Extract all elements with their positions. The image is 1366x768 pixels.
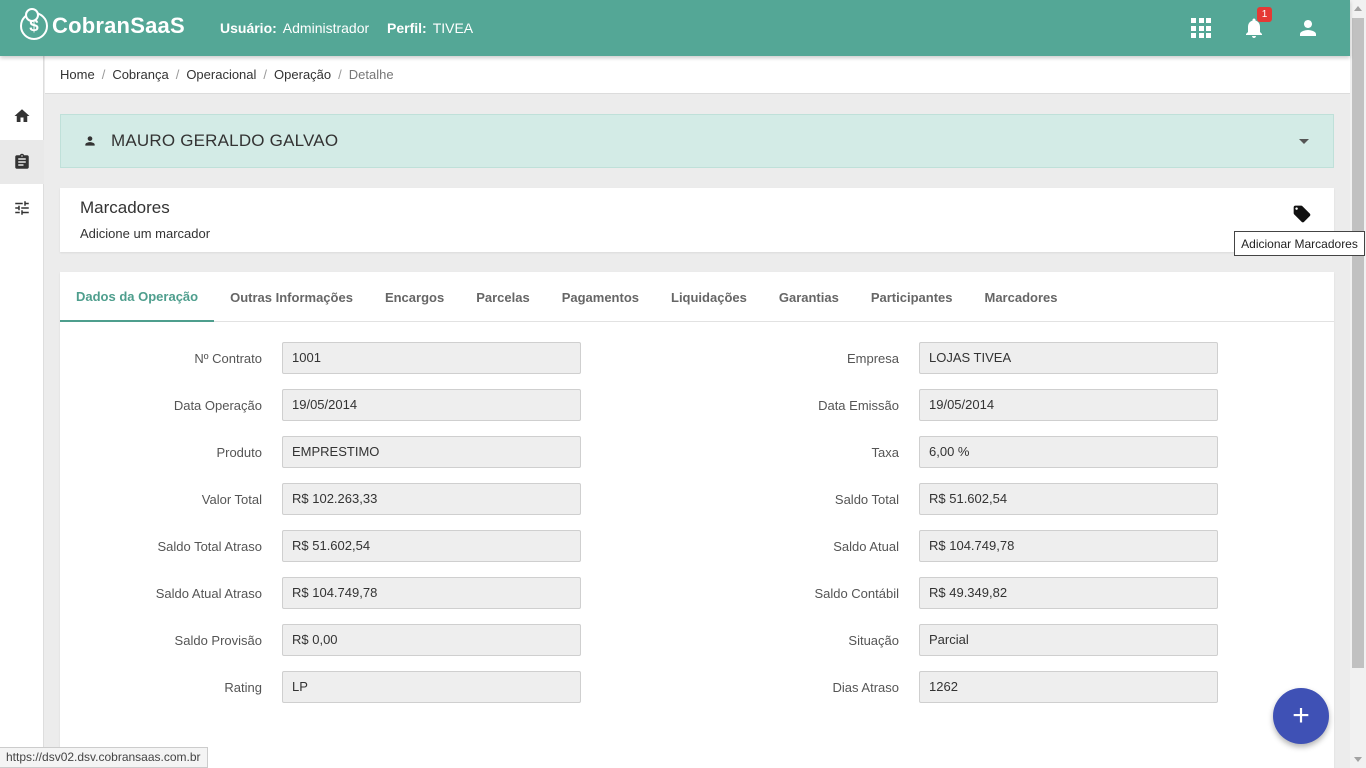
breadcrumb-operacional[interactable]: Operacional — [186, 67, 256, 82]
field-label: Saldo Provisão — [174, 633, 262, 648]
sidebar — [0, 56, 44, 768]
markers-subtitle: Adicione um marcador — [80, 226, 211, 241]
sidebar-item-settings[interactable] — [0, 186, 44, 230]
breadcrumb-separator: / — [338, 67, 342, 82]
user-label: Usuário: — [220, 20, 277, 36]
contrato-field[interactable]: 1001 — [282, 342, 581, 374]
app-logo[interactable]: $ CobranSaaS — [20, 8, 185, 40]
client-name: MAURO GERALDO GALVAO — [111, 131, 339, 150]
situacao-field[interactable]: Parcial — [919, 624, 1218, 656]
tab-outras-informacoes[interactable]: Outras Informações — [214, 272, 369, 322]
apps-icon[interactable] — [1189, 16, 1213, 40]
field-label: Empresa — [846, 351, 899, 366]
top-bar: $ CobranSaaS Usuário: Administrador Perfi… — [0, 0, 1350, 56]
tab-marcadores[interactable]: Marcadores — [969, 272, 1074, 322]
logo-icon: $ — [20, 8, 48, 40]
sidebar-item-home[interactable] — [0, 94, 44, 138]
empresa-field[interactable]: LOJAS TIVEA — [919, 342, 1218, 374]
notification-badge: 1 — [1257, 7, 1272, 22]
status-url: https://dsv02.dsv.cobransaas.com.br — [0, 747, 208, 768]
breadcrumb-detalhe: Detalhe — [348, 67, 394, 82]
dias-atraso-field[interactable]: 1262 — [919, 671, 1218, 703]
tab-liquidacoes[interactable]: Liquidações — [655, 272, 763, 322]
operation-details-card: Dados da Operação Outras Informações Enc… — [60, 272, 1334, 768]
field-label: Produto — [216, 445, 262, 460]
field-label: Situação — [848, 633, 899, 648]
add-button[interactable]: + — [1273, 688, 1329, 744]
clipboard-icon — [15, 153, 29, 169]
field-label: Data Operação — [173, 398, 262, 413]
tab-pagamentos[interactable]: Pagamentos — [546, 272, 655, 322]
markers-card: Marcadores Adicione um marcador — [60, 188, 1334, 252]
saldo-total-atraso-field[interactable]: R$ 51.602,54 — [282, 530, 581, 562]
rating-field[interactable]: LP — [282, 671, 581, 703]
person-icon — [85, 136, 95, 146]
saldo-atual-atraso-field[interactable]: R$ 104.749,78 — [282, 577, 581, 609]
breadcrumb: Home / Cobrança / Operacional / Operação… — [45, 56, 1350, 94]
profile-value: TIVEA — [432, 20, 474, 36]
saldo-provisao-field[interactable]: R$ 0,00 — [282, 624, 581, 656]
breadcrumb-separator: / — [175, 67, 180, 82]
tab-participantes[interactable]: Participantes — [855, 272, 969, 322]
breadcrumb-operacao[interactable]: Operação — [274, 67, 331, 82]
profile-info: Perfil: TIVEA — [387, 20, 473, 36]
person-icon[interactable] — [1296, 16, 1320, 40]
field-label: Saldo Total — [834, 492, 899, 507]
field-label: Data Emissão — [818, 398, 899, 413]
scroll-up-icon[interactable] — [1354, 6, 1362, 11]
scroll-down-icon[interactable] — [1354, 757, 1362, 762]
taxa-field[interactable]: 6,00 % — [919, 436, 1218, 468]
user-value: Administrador — [282, 20, 370, 36]
saldo-atual-field[interactable]: R$ 104.749,78 — [919, 530, 1218, 562]
field-label: Taxa — [871, 445, 899, 460]
client-panel[interactable]: MAURO GERALDO GALVAO — [60, 114, 1334, 168]
scrollbar-thumb[interactable] — [1352, 18, 1364, 668]
field-label: Rating — [224, 680, 262, 695]
chevron-down-icon[interactable] — [1299, 139, 1309, 144]
data-emissao-field[interactable]: 19/05/2014 — [919, 389, 1218, 421]
breadcrumb-separator: / — [101, 67, 106, 82]
tab-bar: Dados da Operação Outras Informações Enc… — [60, 272, 1334, 322]
saldo-total-field[interactable]: R$ 51.602,54 — [919, 483, 1218, 515]
field-label: Saldo Atual — [833, 539, 899, 554]
valor-total-field[interactable]: R$ 102.263,33 — [282, 483, 581, 515]
profile-label: Perfil: — [387, 20, 427, 36]
tab-parcelas[interactable]: Parcelas — [460, 272, 546, 322]
tooltip-add-markers: Adicionar Marcadores — [1234, 231, 1365, 256]
markers-title: Marcadores — [80, 198, 170, 217]
logo-text: CobranSaaS — [52, 13, 185, 38]
breadcrumb-cobranca[interactable]: Cobrança — [112, 67, 168, 82]
field-label: Saldo Total Atraso — [157, 539, 262, 554]
tune-icon — [15, 201, 29, 215]
field-label: Saldo Contábil — [814, 586, 899, 601]
breadcrumb-separator: / — [263, 67, 268, 82]
tab-encargos[interactable]: Encargos — [369, 272, 460, 322]
user-info: Usuário: Administrador — [220, 20, 369, 36]
produto-field[interactable]: EMPRESTIMO — [282, 436, 581, 468]
field-label: Nº Contrato — [194, 351, 262, 366]
saldo-contabil-field[interactable]: R$ 49.349,82 — [919, 577, 1218, 609]
field-label: Saldo Atual Atraso — [155, 586, 262, 601]
tab-dados-operacao[interactable]: Dados da Operação — [60, 272, 215, 322]
home-icon — [14, 109, 30, 122]
sidebar-item-clipboard[interactable] — [0, 140, 44, 184]
field-label: Valor Total — [201, 492, 262, 507]
field-label: Dias Atraso — [832, 680, 899, 695]
data-operacao-field[interactable]: 19/05/2014 — [282, 389, 581, 421]
tag-icon[interactable] — [1292, 204, 1312, 229]
tab-garantias[interactable]: Garantias — [763, 272, 855, 322]
scrollbar[interactable] — [1350, 0, 1366, 768]
breadcrumb-home[interactable]: Home — [60, 67, 95, 82]
